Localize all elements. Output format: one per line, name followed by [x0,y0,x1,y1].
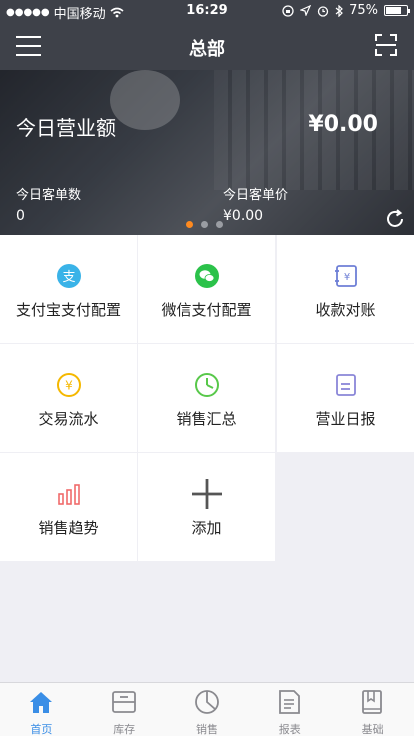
tile-label: 支付宝支付配置 [15,301,121,319]
book-icon [362,690,383,714]
revenue-label: 今日营业额 [16,116,116,140]
inventory-icon [111,691,136,713]
pie-clock-icon [195,373,219,397]
report-doc-icon [279,690,301,714]
sales-pie-icon [194,690,219,714]
tab-basics[interactable]: 基础 [331,683,414,736]
avg-price-value: ¥0.00 [223,208,264,224]
coin-icon: ¥ [57,373,81,397]
report-icon [336,374,356,396]
tab-reports[interactable]: 报表 [248,683,331,736]
tab-label: 销售 [195,723,218,736]
tile-label: 营业日报 [315,410,376,428]
tile-label: 收款对账 [315,301,376,319]
carousel-dot[interactable] [186,221,193,228]
battery-icon [384,5,410,16]
tab-bar: 首页 库存 销售 报表 基础 [0,682,414,736]
carousel-indicator[interactable] [186,221,223,228]
customer-count-value: 0 [16,208,25,224]
home-icon [30,692,52,713]
nav-bar: 总部 [0,22,414,70]
wechat-pay-config-tile[interactable]: 微信支付配置 [138,235,275,343]
tab-sales[interactable]: 销售 [166,683,249,736]
reconciliation-tile[interactable]: ¥ 收款对账 [277,235,414,343]
tab-label: 报表 [278,723,301,736]
alipay-config-tile[interactable]: 支 支付宝支付配置 [0,235,137,343]
svg-text:¥: ¥ [344,272,350,283]
sales-banner[interactable]: 今日营业额 ¥0.00 今日客单数 0 今日客单价 ¥0.00 [0,70,414,235]
bar-chart-icon [58,484,80,505]
sales-summary-tile[interactable]: 销售汇总 [138,344,275,452]
page-title: 总部 [189,39,225,60]
daily-report-tile[interactable]: 营业日报 [277,344,414,452]
revenue-value: ¥0.00 [308,112,378,137]
transactions-tile[interactable]: ¥ 交易流水 [0,344,137,452]
svg-text:支: 支 [62,270,75,285]
tab-label: 库存 [113,723,136,736]
tile-label: 交易流水 [38,410,99,428]
tile-label: 销售趋势 [38,519,99,537]
tab-label: 首页 [30,723,53,736]
tab-inventory[interactable]: 库存 [83,683,166,736]
carousel-dot[interactable] [201,221,208,228]
wechat-icon [195,264,219,288]
receipt-icon: ¥ [335,265,357,287]
carousel-dot[interactable] [216,221,223,228]
alipay-icon: 支 [57,264,81,288]
tab-home[interactable]: 首页 [0,683,83,736]
svg-text:¥: ¥ [65,379,73,393]
bluetooth-icon [335,4,343,17]
plus-icon [192,479,222,509]
tile-label: 微信支付配置 [161,301,252,319]
battery-level [386,7,401,14]
add-tile[interactable]: 添加 [138,453,275,561]
top-bar: ●●●●● 中国移动 16:29 75% 总部 [0,0,414,70]
tile-label: 添加 [191,519,222,537]
scan-icon[interactable] [374,33,398,57]
battery-percent: 75% [349,3,378,18]
alarm-icon [317,5,329,17]
lock-rotation-icon [282,4,294,17]
tab-label: 基础 [361,723,384,736]
avg-price-label: 今日客单价 [223,188,289,203]
refresh-icon[interactable] [384,208,406,230]
location-icon [300,5,312,16]
customer-count-label: 今日客单数 [16,188,82,203]
tile-label: 销售汇总 [176,410,237,428]
sales-trend-tile[interactable]: 销售趋势 [0,453,137,561]
status-bar: ●●●●● 中国移动 16:29 75% [0,0,414,22]
